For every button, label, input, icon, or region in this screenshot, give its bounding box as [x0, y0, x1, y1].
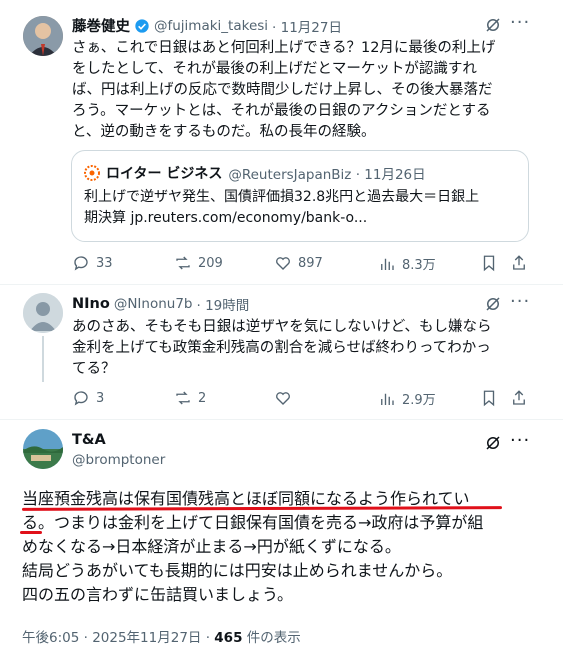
quote-text-line: 利上げで逆ザヤ発生、国債評価損32.8兆円と過去最大＝日銀上	[84, 189, 480, 205]
views-count: 8.3万	[402, 258, 436, 273]
tweet3-text: 当座預金残高は保有国債残高とほぼ同額になるよう作られてい る。つまりは金利を上げ…	[22, 487, 552, 607]
share-button[interactable]	[510, 389, 528, 407]
bookmark-icon	[483, 255, 495, 272]
bookmark-button[interactable]	[480, 389, 498, 407]
reply-icon	[74, 391, 88, 406]
repost-icon	[176, 391, 190, 405]
share-icon	[513, 390, 525, 405]
grok-icon[interactable]	[484, 16, 502, 38]
more-options-icon[interactable]: ···	[510, 291, 530, 312]
share-icon	[513, 255, 525, 270]
author-handle[interactable]: @bromptoner	[72, 452, 165, 468]
tweet1-header: 藤巻健史 @fujimaki_takesi · 11月27日	[72, 15, 342, 36]
tweet-text-line: ば、円は利上げの反応で数時間少しだけ上昇し、その後大暴落だ	[72, 82, 493, 98]
author-name[interactable]: 藤巻健史	[72, 15, 130, 36]
like-count: 897	[298, 255, 323, 271]
grok-icon[interactable]	[484, 295, 502, 317]
avatar-fujimaki[interactable]	[23, 16, 63, 56]
divider	[0, 419, 563, 420]
reply-icon	[74, 256, 88, 271]
avatar-nino[interactable]	[23, 293, 63, 333]
like-button[interactable]: 897	[274, 254, 323, 272]
post-time[interactable]: · 19時間	[197, 294, 250, 314]
like-button[interactable]	[274, 389, 292, 407]
thread-line	[42, 336, 44, 382]
quote-header: ロイター ビジネス @ReutersJapanBiz · 11月26日	[84, 163, 426, 183]
author-handle[interactable]: @NInonu7b	[114, 296, 193, 312]
repost-button[interactable]: 209	[174, 254, 223, 272]
repost-icon	[176, 256, 190, 270]
views-icon	[381, 258, 394, 270]
post-time[interactable]: · 11月27日	[272, 16, 342, 36]
quote-text: 利上げで逆ザヤ発生、国債評価損32.8兆円と過去最大＝日銀上 期決算 jp.re…	[84, 187, 524, 229]
reply-button[interactable]: 3	[72, 389, 104, 407]
share-button[interactable]	[510, 254, 528, 272]
tweet-text-line: めなくなる→日本経済が止まる→円が紙くずになる。	[22, 537, 401, 556]
reply-button[interactable]: 33	[72, 254, 113, 272]
post-footer: 午後6:05 · 2025年11月27日 · 465 件の表示	[22, 626, 301, 646]
tweet-text-line: をしたとして、それが最後の利上げだとマーケットが認識すれ	[72, 61, 477, 77]
view-count: 465	[214, 630, 243, 646]
views-button[interactable]: 8.3万	[378, 254, 436, 273]
repost-button[interactable]: 2	[174, 389, 206, 407]
repost-count: 209	[198, 255, 223, 271]
tweet-text-line: てる？	[72, 361, 116, 377]
repost-count: 2	[198, 390, 207, 406]
heart-icon	[276, 257, 290, 270]
reuters-logo-icon	[84, 165, 100, 181]
tweet1-text: さぁ、これで日銀はあと何回利上げできる？12月に最後の利上げ をしたとして、それ…	[72, 38, 542, 143]
tweet2-header: NIno @NInonu7b · 19時間	[72, 294, 249, 314]
grok-icon[interactable]	[484, 434, 502, 456]
quoted-tweet-card[interactable]: ロイター ビジネス @ReutersJapanBiz · 11月26日 利上げで…	[71, 150, 529, 242]
reply-count: 3	[96, 390, 105, 406]
views-count: 2.9万	[402, 393, 436, 408]
tweet-text-line: と、逆の動きをするものだ。私の長年の経験。	[72, 124, 376, 140]
bookmark-button[interactable]	[480, 254, 498, 272]
tweet-text-line: 結局どうあがいても長期的には円安は止められませんから。	[22, 561, 453, 580]
tweet-text-line: 金利を上げても政策金利残高の割合を減らせば終わりってわかっ	[72, 340, 491, 356]
tweet2-actions: 3 2 2.9万	[72, 389, 532, 409]
reply-count: 33	[96, 255, 113, 271]
tweet-text-line: あのさあ、そもそも日銀は逆ザヤを気にしないけど、もし嫌なら	[72, 319, 492, 335]
tweet-text-line: る。つまりは金利を上げて日銀保有国債を売る→政府は予算が組	[22, 513, 484, 532]
more-options-icon[interactable]: ···	[510, 12, 530, 33]
views-icon	[381, 393, 394, 405]
tweet-text-line: 四の五の言わずに缶詰買いましょう。	[22, 585, 294, 604]
bookmark-icon	[483, 390, 495, 407]
view-label: 件の表示	[242, 630, 301, 646]
avatar-ta[interactable]	[23, 429, 63, 469]
highlight-underline	[20, 531, 42, 534]
author-name[interactable]: NIno	[72, 296, 110, 312]
heart-icon	[276, 392, 290, 405]
default-avatar-icon	[23, 293, 63, 333]
avatar-image	[23, 16, 63, 56]
divider	[0, 284, 563, 285]
tweet-text-line: さぁ、これで日銀はあと何回利上げできる？12月に最後の利上げ	[72, 40, 496, 56]
views-button[interactable]: 2.9万	[378, 389, 436, 408]
tweet1-actions: 33 209 897 8.3万	[72, 254, 532, 274]
tweet2-text: あのさあ、そもそも日銀は逆ザヤを気にしないけど、もし嫌なら 金利を上げても政策金…	[72, 317, 542, 380]
post-timestamp[interactable]: 午後6:05 · 2025年11月27日 ·	[22, 630, 214, 646]
verified-badge-icon	[134, 18, 150, 34]
tweet-text-line: ろう。マーケットとは、それが最後の日銀のアクションだとする	[72, 103, 491, 119]
more-options-icon[interactable]: ···	[510, 430, 530, 451]
quote-author-handle: @ReutersJapanBiz · 11月26日	[228, 167, 426, 183]
quote-author-name: ロイター ビジネス	[106, 166, 223, 182]
avatar-image	[23, 429, 63, 469]
author-handle[interactable]: @fujimaki_takesi	[154, 18, 268, 34]
author-name[interactable]: T&A	[72, 432, 106, 448]
quote-link[interactable]: 期決算 jp.reuters.com/economy/bank-o...	[84, 208, 524, 229]
